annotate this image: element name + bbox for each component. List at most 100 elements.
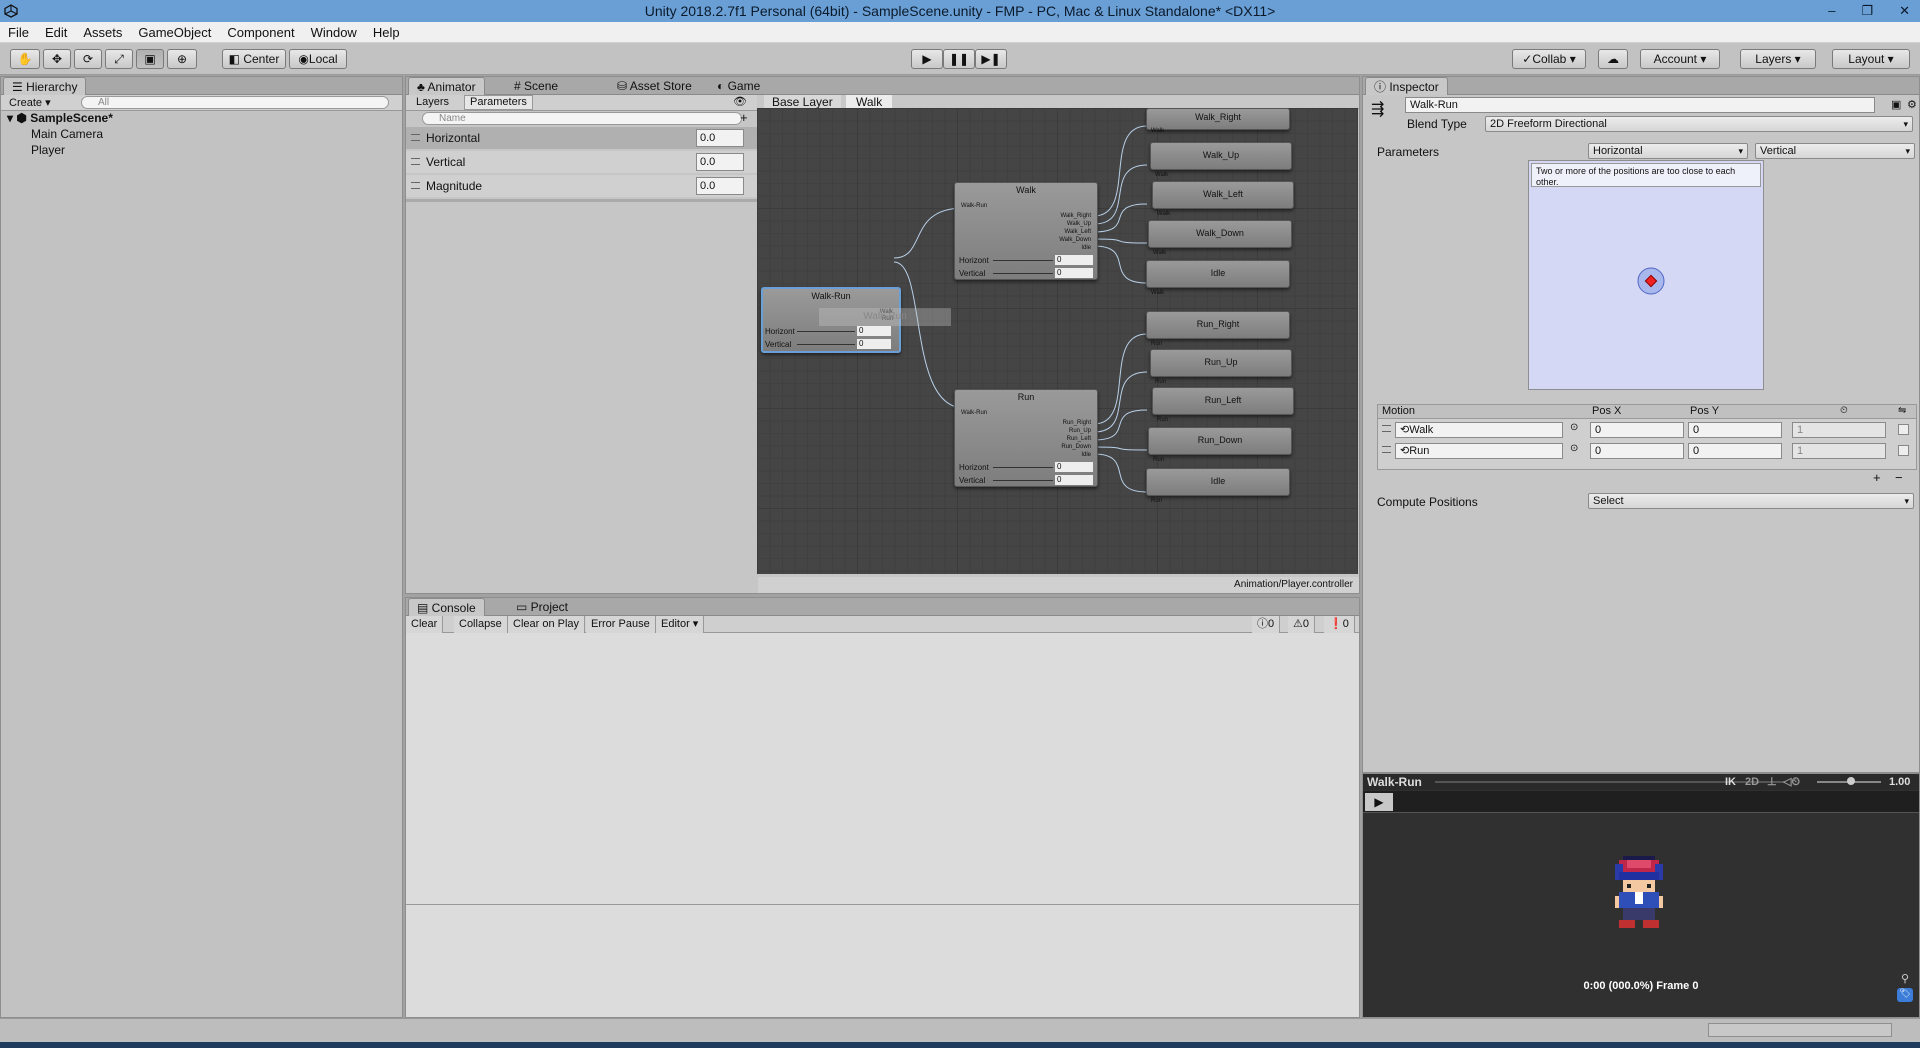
- pivot-local-button[interactable]: ◉Local: [289, 49, 347, 69]
- blend-node-walk[interactable]: Walk Walk-Run Walk_Right Walk_Up Walk_Le…: [954, 182, 1098, 280]
- menu-file[interactable]: File: [0, 25, 37, 40]
- param-slider[interactable]: [797, 344, 855, 345]
- error-count-toggle[interactable]: ❗0: [1324, 616, 1355, 633]
- tab-parameters[interactable]: Parameters: [464, 95, 533, 110]
- layers-button[interactable]: Layers ▾: [1740, 49, 1816, 69]
- tab-hierarchy[interactable]: ☰ Hierarchy: [3, 77, 87, 95]
- editor-dropdown[interactable]: Editor ▾: [656, 616, 705, 633]
- posx-input[interactable]: 0: [1590, 443, 1684, 459]
- tab-scene[interactable]: # Scene: [506, 77, 566, 95]
- motion-node-walk-idle[interactable]: Idle Walk: [1146, 260, 1290, 296]
- eye-icon[interactable]: 👁: [733, 95, 747, 108]
- param-slider[interactable]: [993, 467, 1053, 468]
- motion-node-run-up[interactable]: Run_Up Run: [1150, 349, 1292, 385]
- blend-type-dropdown[interactable]: 2D Freeform Directional: [1485, 116, 1913, 132]
- transform-tool-icon[interactable]: ⊕: [167, 49, 197, 69]
- drag-handle-icon[interactable]: [1382, 425, 1391, 432]
- param-x-dropdown[interactable]: Horizontal: [1588, 143, 1748, 159]
- speed-slider-thumb[interactable]: [1847, 777, 1855, 785]
- clear-on-play-button[interactable]: Clear on Play: [508, 616, 586, 633]
- tab-game[interactable]: ◐ Game: [709, 77, 768, 95]
- mirror-checkbox[interactable]: [1898, 424, 1909, 435]
- error-pause-button[interactable]: Error Pause: [586, 616, 656, 633]
- parameter-row-horizontal[interactable]: Horizontal 0.0: [406, 127, 757, 149]
- motion-row-run[interactable]: ⟲Run ⊙ 0 0 1: [1378, 441, 1916, 461]
- blend-point-marker[interactable]: [1637, 267, 1665, 295]
- parameter-value-input[interactable]: 0.0: [696, 153, 744, 171]
- state-name-input[interactable]: Walk-Run: [1405, 97, 1875, 113]
- restore-icon[interactable]: ❐: [1861, 0, 1873, 22]
- motion-field[interactable]: ⟲Walk: [1395, 422, 1563, 438]
- minimize-icon[interactable]: –: [1828, 0, 1835, 22]
- step-button[interactable]: ▶❚: [975, 49, 1007, 69]
- motion-node-walk-down[interactable]: Walk_Down Walk: [1148, 220, 1292, 256]
- close-icon[interactable]: ✕: [1899, 0, 1910, 22]
- remove-motion-icon[interactable]: −: [1895, 470, 1903, 485]
- param-value[interactable]: 0: [857, 339, 891, 349]
- preview-timeline[interactable]: ▶: [1363, 791, 1919, 813]
- motion-field[interactable]: ⟲Run: [1395, 443, 1563, 459]
- drag-handle-icon[interactable]: [1382, 446, 1391, 453]
- blend-node-run[interactable]: Run Walk-Run Run_Right Run_Up Run_Left R…: [954, 389, 1098, 487]
- motion-node-walk-right[interactable]: Walk_Right Walk: [1146, 108, 1290, 134]
- add-parameter-icon[interactable]: +: [740, 110, 748, 125]
- compute-positions-dropdown[interactable]: Select: [1588, 493, 1914, 509]
- pivot-scale-icon[interactable]: ⚲: [1901, 972, 1909, 985]
- parameter-search-input[interactable]: Name: [422, 112, 742, 125]
- tab-asset-store[interactable]: ⛁ Asset Store: [609, 77, 700, 95]
- parameter-row-vertical[interactable]: Vertical 0.0: [406, 151, 757, 173]
- pause-button[interactable]: ❚❚: [943, 49, 975, 69]
- account-button[interactable]: Account ▾: [1640, 49, 1720, 69]
- tab-animator[interactable]: ♣ Animator: [408, 77, 485, 95]
- layout-button[interactable]: Layout ▾: [1832, 49, 1910, 69]
- menu-component[interactable]: Component: [219, 25, 302, 40]
- motion-node-run-down[interactable]: Run_Down Run: [1148, 427, 1292, 463]
- pivot-icon[interactable]: ⊥: [1767, 774, 1777, 790]
- rotate-tool-icon[interactable]: ⟳: [74, 49, 102, 69]
- help-icon[interactable]: ▣: [1891, 98, 1901, 111]
- warning-count-toggle[interactable]: ⚠0: [1288, 616, 1315, 633]
- hierarchy-item-main-camera[interactable]: Main Camera: [31, 127, 103, 141]
- collapse-button[interactable]: Collapse: [454, 616, 508, 633]
- tab-console[interactable]: ▤ Console: [408, 598, 485, 616]
- param-value[interactable]: 0: [1055, 462, 1093, 472]
- object-picker-icon[interactable]: ⊙: [1570, 422, 1578, 433]
- hierarchy-item-player[interactable]: Player: [31, 143, 65, 157]
- breadcrumb-walk[interactable]: Walk: [846, 95, 893, 109]
- scene-root[interactable]: ▾ ⬢ SampleScene*: [7, 111, 113, 125]
- add-motion-icon[interactable]: +: [1873, 470, 1881, 485]
- settings-gear-icon[interactable]: ⚙: [1907, 98, 1917, 111]
- param-value[interactable]: 0: [1055, 475, 1093, 485]
- collab-button[interactable]: ✓Collab ▾: [1512, 49, 1586, 69]
- create-button[interactable]: Create ▾: [9, 96, 51, 109]
- 2d-toggle[interactable]: 2D: [1745, 774, 1759, 790]
- hierarchy-search-input[interactable]: All: [81, 96, 389, 109]
- motion-node-run-left[interactable]: Run_Left Run: [1152, 387, 1294, 423]
- blend-space-view[interactable]: Two or more of the positions are too clo…: [1528, 160, 1764, 390]
- param-value[interactable]: 0: [1055, 268, 1093, 278]
- parameter-row-magnitude[interactable]: Magnitude 0.0: [406, 175, 757, 197]
- move-tool-icon[interactable]: ✥: [43, 49, 71, 69]
- animator-graph-canvas[interactable]: Walk-Run Walk Run Horizont 0 Vertical 0 …: [757, 108, 1358, 574]
- preview-play-button[interactable]: ▶: [1365, 793, 1393, 811]
- rect-tool-icon[interactable]: ▣: [136, 49, 164, 69]
- object-picker-icon[interactable]: ⊙: [1570, 443, 1578, 454]
- pivot-center-button[interactable]: ◧ Center: [222, 49, 286, 69]
- param-slider[interactable]: [993, 480, 1053, 481]
- motion-node-walk-up[interactable]: Walk_Up Walk: [1150, 142, 1292, 178]
- cloud-icon[interactable]: ☁: [1598, 49, 1628, 69]
- motion-node-walk-left[interactable]: Walk_Left Walk: [1152, 181, 1294, 217]
- tab-project[interactable]: ▭ Project: [508, 598, 576, 616]
- motion-node-run-idle[interactable]: Idle Run: [1146, 468, 1290, 504]
- param-slider[interactable]: [993, 260, 1053, 261]
- ik-toggle[interactable]: IK: [1725, 774, 1736, 790]
- parameter-value-input[interactable]: 0.0: [696, 177, 744, 195]
- mirror-checkbox[interactable]: [1898, 445, 1909, 456]
- posx-input[interactable]: 0: [1590, 422, 1684, 438]
- breadcrumb-base-layer[interactable]: Base Layer: [764, 95, 841, 109]
- param-slider[interactable]: [993, 273, 1053, 274]
- play-button[interactable]: ▶: [911, 49, 943, 69]
- motion-node-run-right[interactable]: Run_Right Run: [1146, 311, 1290, 347]
- clear-button[interactable]: Clear: [406, 616, 444, 633]
- info-count-toggle[interactable]: ⓘ0: [1252, 616, 1281, 633]
